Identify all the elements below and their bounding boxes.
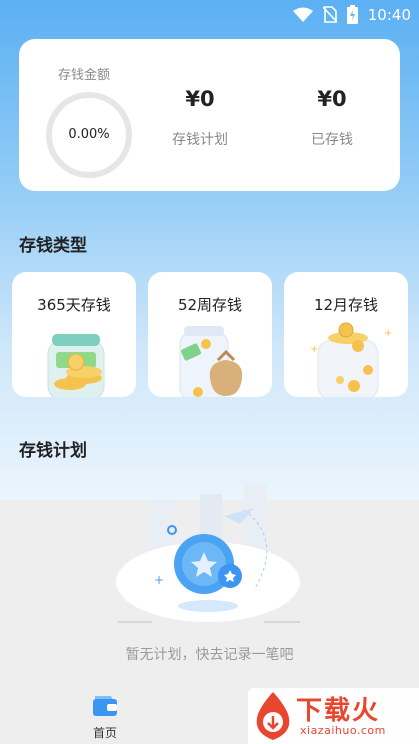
watermark-title: 下载火 (296, 696, 381, 726)
money-bag-icon (179, 326, 243, 397)
money-jar-icon (47, 334, 105, 397)
no-sim-icon (322, 6, 337, 23)
wallet-icon (93, 696, 117, 716)
type-card-label: 52周存钱 (177, 296, 243, 314)
flame-logo-icon (256, 692, 290, 740)
empty-plan-message: 暂无计划，快去记录一笔吧 (125, 647, 294, 663)
watermark-logo: 下载火 xiazaihuo.com (248, 688, 419, 744)
type-card-label: 12月存钱 (313, 296, 379, 314)
svg-text:+: + (384, 328, 392, 339)
svg-text:+: + (154, 573, 164, 587)
saved-amount-label: 已存钱 (311, 132, 353, 148)
nav-home-label: 首页 (92, 726, 117, 740)
type-card-12-months[interactable]: 12月存钱 + + (284, 272, 408, 397)
saved-amount-stat: ¥0 已存钱 (272, 87, 392, 149)
coin-jar-icon: + + (310, 322, 392, 397)
savings-progress-percent: 0.00% (68, 127, 110, 142)
status-bar: 10:40 (0, 0, 419, 32)
type-card-label: 365天存钱 (37, 296, 111, 314)
savings-types-list: 365天存钱 52周存钱 12月存钱 + + (12, 272, 419, 397)
battery-charging-icon (346, 5, 358, 24)
status-icons: 10:40 (292, 5, 411, 24)
type-card-365-days[interactable]: 365天存钱 (12, 272, 136, 397)
empty-state-illustration: + (116, 484, 300, 623)
saved-amount-value: ¥0 (317, 87, 347, 111)
savings-summary-card[interactable]: 存钱金额 0.00% ¥0 存钱计划 ¥0 已存钱 (19, 39, 400, 191)
status-time: 10:40 (367, 5, 411, 24)
svg-text:+: + (310, 344, 318, 355)
type-card-52-weeks[interactable]: 52周存钱 (148, 272, 272, 397)
wifi-icon (292, 7, 313, 22)
plan-amount-stat: ¥0 存钱计划 (140, 87, 260, 149)
savings-amount-label: 存钱金额 (58, 68, 111, 83)
plan-amount-label: 存钱计划 (172, 132, 228, 148)
plan-amount-value: ¥0 (185, 87, 215, 111)
savings-plan-title: 存钱计划 (19, 441, 87, 461)
savings-types-title: 存钱类型 (19, 236, 87, 256)
nav-home-tab[interactable]: 首页 (80, 694, 130, 741)
watermark-subtitle: xiazaihuo.com (300, 724, 386, 737)
